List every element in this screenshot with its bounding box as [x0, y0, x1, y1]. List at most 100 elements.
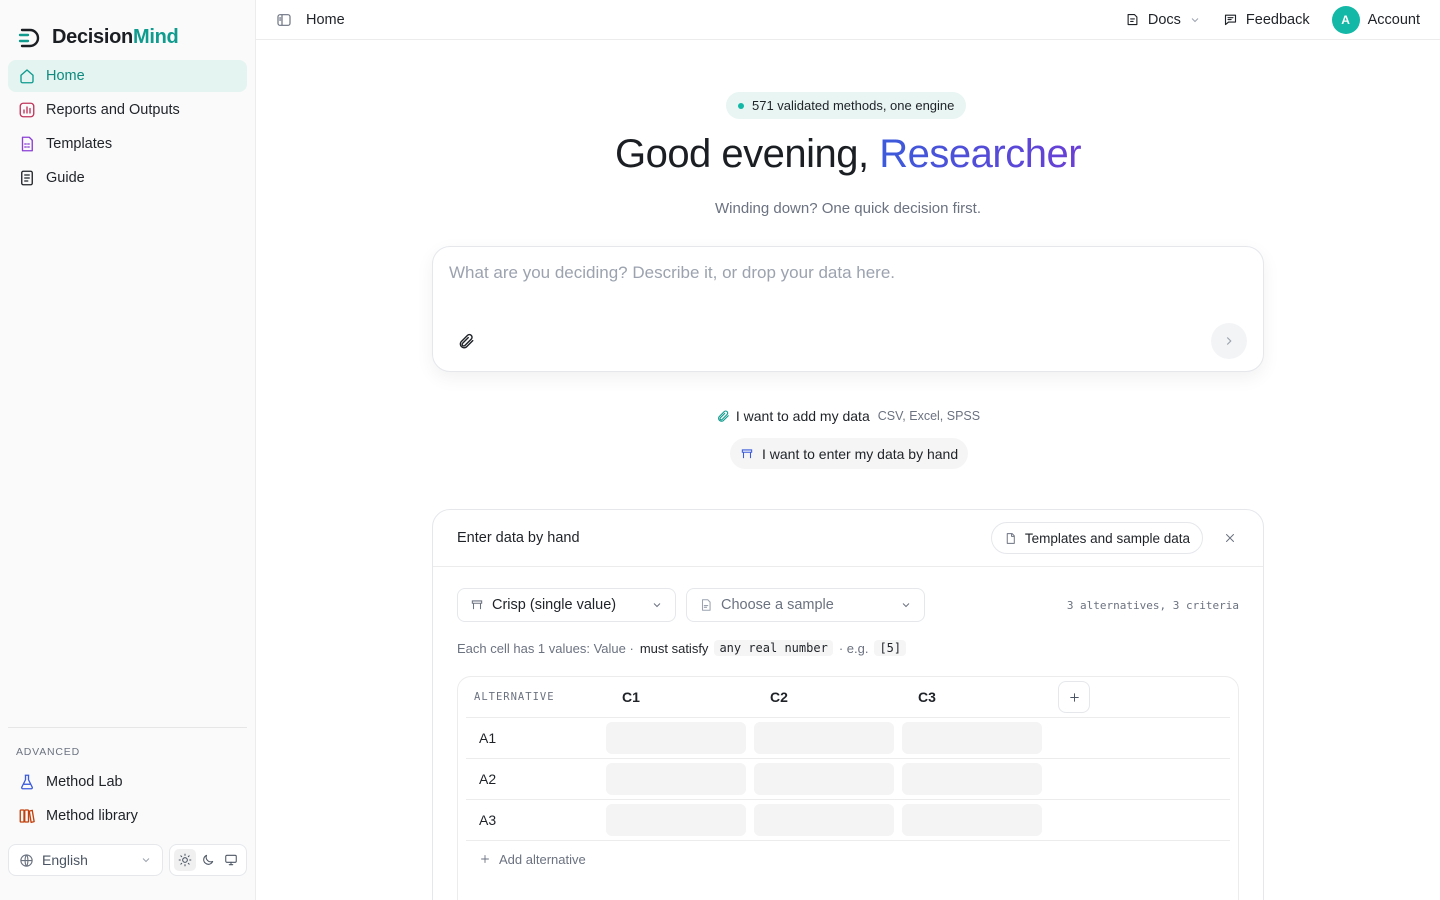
table-header-row: ALTERNATIVE C1 C2 C3	[466, 677, 1230, 718]
chevron-down-icon	[653, 603, 661, 608]
user-name: Researcher	[879, 132, 1082, 176]
criterion-header[interactable]: C2	[762, 689, 910, 705]
brand-logo-icon	[18, 28, 40, 47]
chart-icon	[19, 102, 35, 118]
greeting-heading: Good evening, Researcher	[614, 132, 1082, 176]
rule-prefix: Each cell has 1 values: Value ·	[457, 640, 634, 656]
sidebar-item-reports[interactable]: Reports and Outputs	[8, 94, 247, 126]
enter-by-hand-label: I want to enter my data by hand	[762, 445, 959, 462]
enter-by-hand-option[interactable]: I want to enter my data by hand	[730, 438, 969, 469]
add-data-hint: CSV, Excel, SPSS	[877, 409, 981, 423]
matrix-cell[interactable]	[606, 763, 746, 795]
sidebar-item-home[interactable]: Home	[8, 60, 247, 92]
breadcrumb: Home	[276, 12, 345, 28]
alternative-name[interactable]: A1	[466, 730, 606, 746]
preferences-row: English	[0, 834, 255, 900]
sidebar: DecisionMind Home Reports and Outputs Te…	[0, 0, 256, 900]
docs-menu[interactable]: Docs	[1125, 12, 1201, 28]
rule-example-code: [5]	[874, 640, 907, 656]
sun-icon	[178, 853, 192, 867]
account-label: Account	[1367, 11, 1420, 28]
close-icon	[1226, 534, 1234, 542]
sidebar-item-method-library[interactable]: Method library	[8, 800, 247, 832]
brand[interactable]: DecisionMind	[0, 0, 255, 58]
file-icon	[701, 599, 711, 611]
chevron-down-icon	[902, 603, 910, 608]
sidebar-item-method-lab[interactable]: Method Lab	[8, 766, 247, 798]
decision-input[interactable]	[449, 263, 1239, 293]
message-icon	[1224, 14, 1236, 26]
sidebar-divider	[8, 727, 247, 728]
close-panel-button[interactable]	[1221, 529, 1239, 547]
chevron-down-icon	[1191, 17, 1199, 22]
moon-icon	[203, 854, 214, 865]
chevron-down-icon	[142, 858, 150, 863]
decision-composer	[432, 246, 1264, 372]
plus-icon	[1069, 692, 1079, 702]
language-select[interactable]: English	[8, 844, 163, 876]
value-type-select[interactable]: Crisp (single value)	[457, 588, 676, 622]
alternative-name[interactable]: A3	[466, 812, 606, 828]
add-criterion-button[interactable]	[1058, 681, 1090, 713]
sidebar-item-label: Reports and Outputs	[46, 102, 180, 118]
topbar-actions: Docs Feedback A Account	[1125, 5, 1420, 34]
attach-button[interactable]	[455, 330, 477, 352]
flask-icon	[21, 774, 33, 790]
alternative-name[interactable]: A2	[466, 771, 606, 787]
avatar: A	[1331, 5, 1360, 34]
sidebar-toggle-icon[interactable]	[276, 12, 292, 28]
paperclip-icon	[459, 333, 474, 349]
book-icon	[21, 170, 33, 186]
manual-entry-panel: Enter data by hand Templates and sample …	[432, 509, 1264, 900]
account-menu[interactable]: A Account	[1331, 5, 1420, 34]
add-alternative-button[interactable]: Add alternative	[466, 841, 1230, 877]
sidebar-footer: ADVANCED Method Lab Method library Engli…	[0, 727, 255, 900]
panel-header: Enter data by hand Templates and sample …	[433, 510, 1263, 567]
methods-badge: 571 validated methods, one engine	[726, 92, 967, 119]
greeting-subtitle: Winding down? One quick decision first.	[715, 200, 981, 217]
theme-light-button[interactable]	[174, 849, 197, 871]
matrix-cell[interactable]	[606, 804, 746, 836]
main-content: Home Docs Feedback A Account 571 validat…	[256, 0, 1440, 900]
theme-dark-button[interactable]	[197, 849, 219, 871]
matrix-cell[interactable]	[902, 722, 1042, 754]
globe-icon	[20, 853, 33, 867]
table-icon	[741, 448, 753, 458]
sidebar-item-label: Templates	[46, 136, 113, 152]
matrix-cell[interactable]	[754, 722, 894, 754]
sidebar-item-label: Home	[46, 68, 85, 84]
value-type-label: Crisp (single value)	[492, 597, 617, 613]
sample-select[interactable]: Choose a sample	[686, 588, 925, 622]
sidebar-item-templates[interactable]: Templates	[8, 128, 247, 160]
advanced-nav: Method Lab Method library	[0, 764, 255, 834]
matrix-cell[interactable]	[754, 763, 894, 795]
theme-system-button[interactable]	[220, 849, 242, 871]
topbar: Home Docs Feedback A Account	[256, 0, 1440, 40]
sidebar-item-label: Method library	[46, 808, 138, 824]
home-icon	[20, 69, 34, 84]
alternative-column-header: ALTERNATIVE	[474, 691, 555, 703]
matrix-cell[interactable]	[902, 804, 1042, 836]
add-alternative-label: Add alternative	[499, 851, 586, 867]
decision-matrix: ALTERNATIVE C1 C2 C3 A1 A2 A3 Add altern…	[457, 676, 1239, 900]
templates-sample-button[interactable]: Templates and sample data	[990, 522, 1203, 554]
sidebar-item-label: Guide	[46, 170, 85, 186]
table-row: A2	[466, 759, 1230, 800]
sidebar-item-guide[interactable]: Guide	[8, 162, 247, 194]
add-data-option[interactable]: I want to add my data CSV, Excel, SPSS	[256, 408, 1440, 424]
monitor-icon	[224, 854, 237, 866]
criterion-header[interactable]: C1	[614, 689, 762, 705]
table-icon	[471, 600, 483, 610]
template-icon	[21, 136, 33, 152]
language-label: English	[42, 852, 88, 868]
send-button[interactable]	[1211, 323, 1247, 359]
theme-toggle	[169, 844, 247, 876]
matrix-cell[interactable]	[606, 722, 746, 754]
file-icon	[1006, 532, 1015, 544]
matrix-cell[interactable]	[754, 804, 894, 836]
chevron-right-icon	[1226, 337, 1232, 345]
matrix-cell[interactable]	[902, 763, 1042, 795]
criterion-header[interactable]: C3	[910, 689, 1058, 705]
feedback-button[interactable]: Feedback	[1223, 12, 1310, 28]
matrix-counts: 3 alternatives, 3 criteria	[1066, 598, 1239, 612]
